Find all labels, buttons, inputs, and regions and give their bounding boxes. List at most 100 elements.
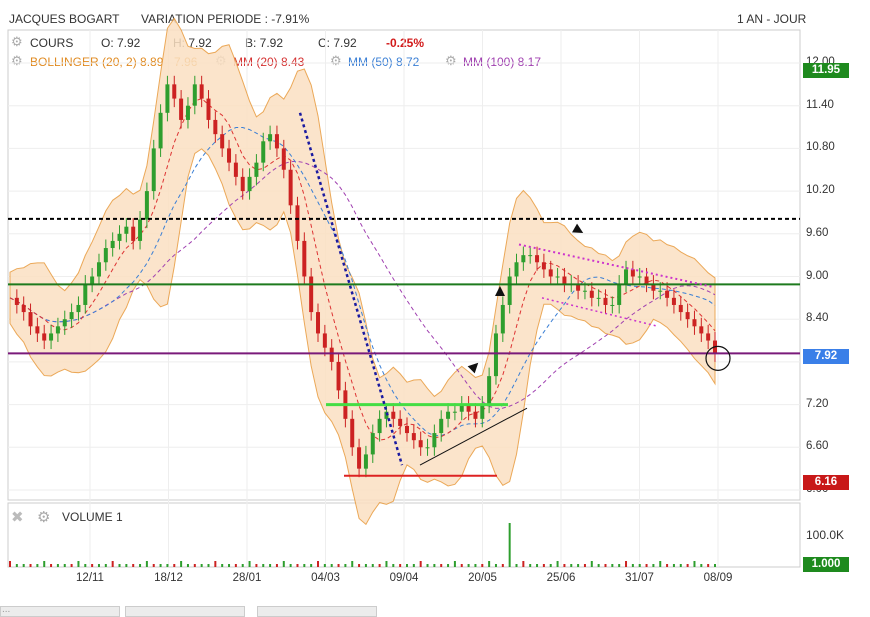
candle-body bbox=[610, 304, 615, 306]
volume-bar bbox=[666, 564, 669, 567]
volume-bar bbox=[378, 564, 381, 567]
close-volume-icon[interactable]: ✖ bbox=[11, 508, 24, 526]
volume-bar bbox=[707, 564, 710, 567]
bottom-tab-1[interactable] bbox=[0, 606, 120, 617]
volume-bar bbox=[611, 564, 614, 567]
candle-body bbox=[55, 326, 60, 334]
candle-body bbox=[49, 333, 54, 341]
candle-body bbox=[172, 84, 177, 99]
price-chart[interactable] bbox=[0, 0, 870, 615]
y-tick-label: 9.60 bbox=[806, 226, 829, 239]
volume-bar bbox=[597, 564, 600, 567]
volume-bar bbox=[460, 564, 463, 567]
candle-body bbox=[69, 312, 74, 320]
candle-body bbox=[548, 269, 553, 277]
volume-bar bbox=[405, 564, 408, 567]
volume-bar bbox=[412, 564, 415, 567]
candle-body bbox=[96, 262, 101, 277]
volume-bar bbox=[97, 564, 100, 567]
candle-body bbox=[288, 169, 293, 206]
low-price-box: 6.16 bbox=[803, 475, 849, 490]
volume-bar bbox=[399, 564, 402, 567]
volume-bar bbox=[139, 564, 142, 567]
volume-bar bbox=[303, 564, 306, 567]
candle-body bbox=[493, 333, 498, 377]
candle-body bbox=[185, 105, 190, 120]
volume-bar bbox=[152, 564, 155, 567]
volume-bar bbox=[625, 561, 628, 567]
x-tick-label: 08/09 bbox=[703, 572, 733, 584]
bollinger-band bbox=[9, 17, 716, 526]
volume-bar bbox=[173, 564, 176, 567]
y-tick-label: 11.40 bbox=[806, 98, 834, 111]
candle-body bbox=[233, 162, 238, 177]
volume-bar bbox=[275, 564, 278, 567]
volume-bar bbox=[180, 561, 183, 567]
volume-bar bbox=[542, 564, 545, 567]
volume-bar bbox=[351, 561, 354, 567]
volume-bar bbox=[433, 564, 436, 567]
volume-bar bbox=[145, 561, 148, 567]
bottom-tab-3[interactable] bbox=[257, 606, 377, 617]
y-tick-label: 10.20 bbox=[806, 184, 835, 197]
candle-body bbox=[336, 361, 341, 391]
candle-body bbox=[404, 425, 409, 434]
volume-bar bbox=[207, 564, 210, 567]
candle-body bbox=[42, 333, 47, 341]
candle-body bbox=[370, 433, 375, 455]
watermark: ... bbox=[2, 604, 11, 615]
y-tick-label: 7.20 bbox=[806, 397, 829, 410]
candle-body bbox=[439, 418, 444, 434]
candle-body bbox=[432, 433, 437, 448]
volume-bar bbox=[358, 564, 361, 567]
volume-bar bbox=[118, 564, 121, 567]
volume-bar bbox=[91, 564, 94, 567]
candle-body bbox=[535, 255, 540, 263]
x-tick-label: 20/05 bbox=[468, 572, 497, 584]
candle-body bbox=[21, 304, 26, 313]
volume-bar bbox=[221, 564, 224, 567]
y-tick-label: 6.60 bbox=[806, 440, 829, 453]
candle-body bbox=[425, 447, 430, 449]
volume-bar bbox=[193, 564, 196, 567]
candle-body bbox=[446, 411, 451, 419]
volume-bar bbox=[166, 564, 169, 567]
candle-body bbox=[398, 418, 403, 426]
candle-body bbox=[35, 326, 40, 334]
volume-bar bbox=[63, 564, 66, 567]
y-tick-label: 8.40 bbox=[806, 312, 829, 325]
candle-body bbox=[322, 333, 327, 348]
candle-body bbox=[110, 240, 115, 249]
volume-bar bbox=[385, 561, 388, 567]
candle-body bbox=[14, 297, 19, 305]
candle-body bbox=[514, 262, 519, 277]
volume-label: VOLUME 1 bbox=[62, 510, 123, 524]
volume-bar bbox=[652, 564, 655, 567]
candle-body bbox=[617, 283, 622, 305]
candle-body bbox=[124, 226, 129, 234]
candle-body bbox=[179, 98, 184, 120]
volume-bar bbox=[248, 561, 251, 567]
bottom-tab-2[interactable] bbox=[125, 606, 245, 617]
y-tick-label: 9.00 bbox=[806, 269, 829, 282]
volume-bar bbox=[56, 564, 59, 567]
volume-bar bbox=[508, 523, 511, 567]
candle-body bbox=[83, 283, 88, 305]
volume-bar bbox=[43, 561, 46, 567]
volume-bar bbox=[214, 561, 217, 567]
volume-bar bbox=[714, 564, 716, 567]
volume-last-box: 1.000 bbox=[803, 557, 849, 572]
volume-bar bbox=[15, 564, 18, 567]
volume-bar bbox=[618, 564, 621, 567]
candle-body bbox=[309, 276, 314, 313]
volume-gear-icon[interactable]: ⚙ bbox=[37, 508, 50, 526]
candle-body bbox=[562, 276, 567, 284]
candle-body bbox=[589, 290, 594, 298]
candle-body bbox=[487, 376, 492, 405]
volume-bar bbox=[693, 561, 696, 567]
y-tick-label: 10.80 bbox=[806, 141, 835, 154]
volume-bar bbox=[50, 564, 53, 567]
candle-body bbox=[350, 418, 355, 448]
candle-body bbox=[521, 255, 526, 263]
volume-tick: 100.0K bbox=[806, 528, 845, 542]
